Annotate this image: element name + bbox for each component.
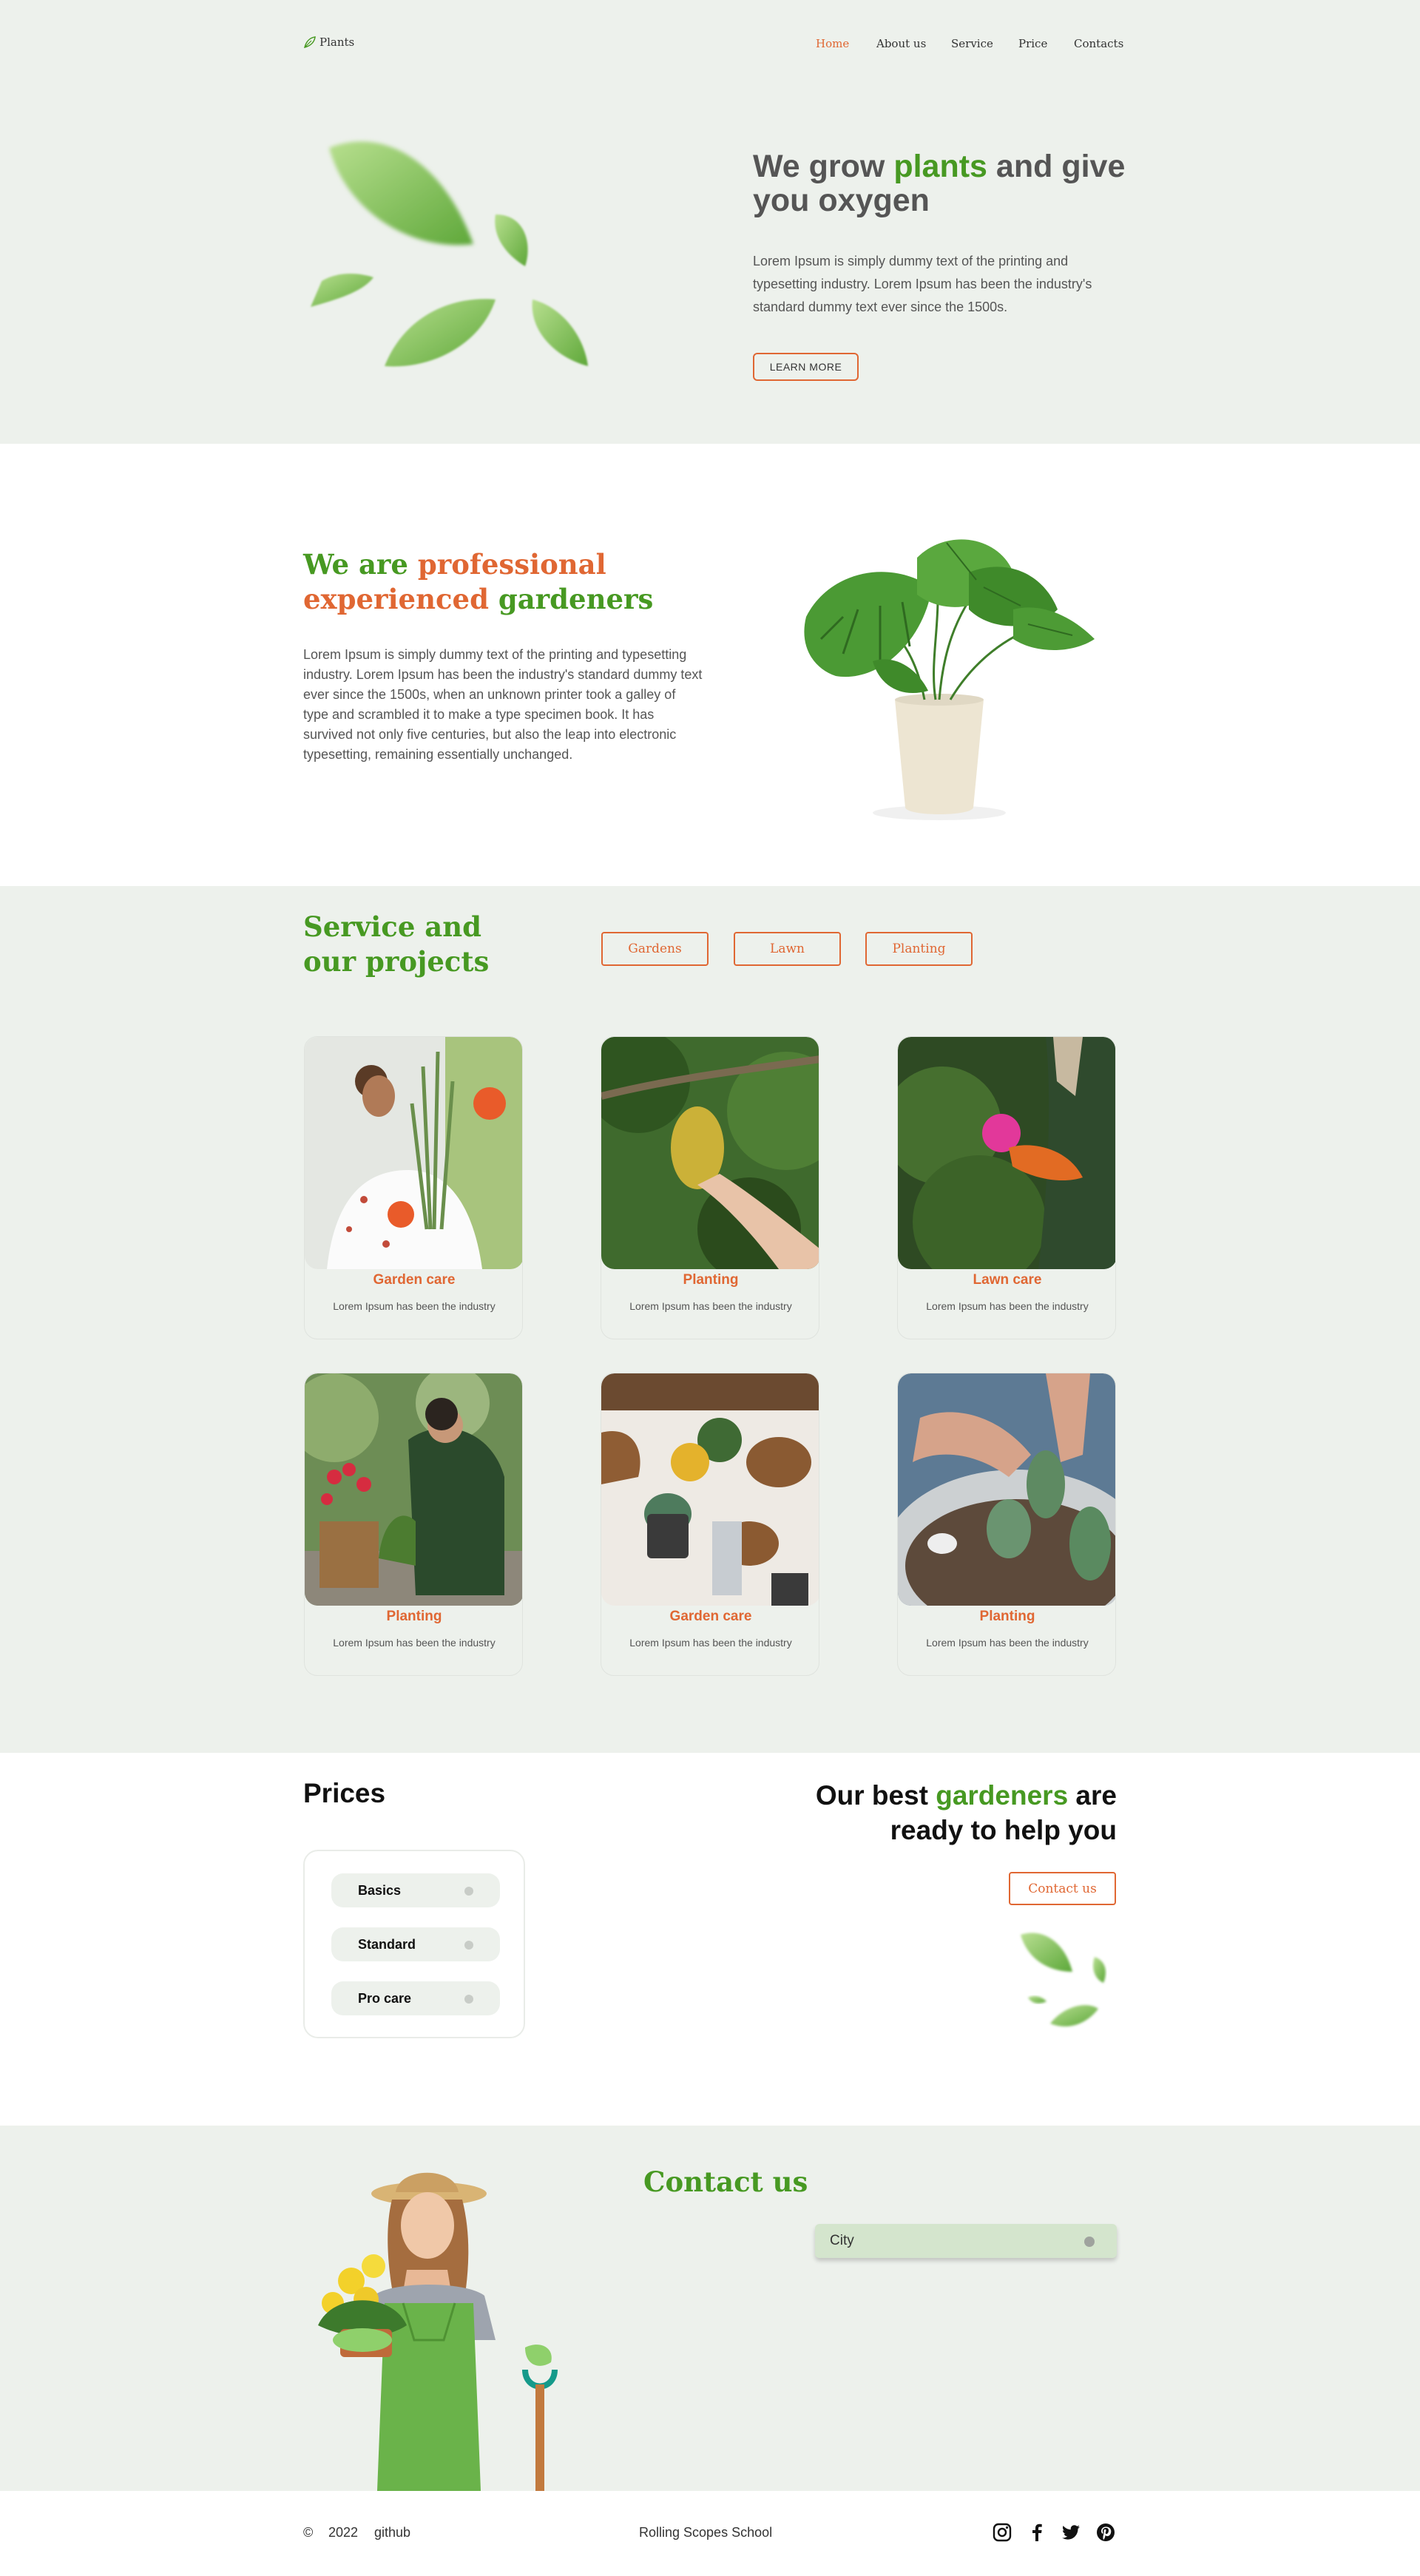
gardeners-title: Our best gardeners are ready to help you (815, 1780, 1117, 1845)
contact-title: Contact us (643, 2166, 808, 2198)
service-card[interactable]: Garden care Lorem Ipsum has been the ind… (304, 1036, 523, 1339)
contact-section: Contact us City (0, 2126, 1420, 2491)
card-title: Garden care (373, 1272, 456, 1288)
pinterest-icon[interactable] (1095, 2522, 1116, 2543)
card-title: Planting (683, 1272, 739, 1288)
hero-text: Lorem Ipsum is simply dummy text of the … (753, 254, 1092, 314)
copyright-year: 2022 (328, 2525, 359, 2540)
service-card[interactable]: Lawn care Lorem Ipsum has been the indus… (897, 1036, 1116, 1339)
card-image (601, 1373, 819, 1606)
prices-title: Prices (303, 1778, 386, 1808)
filter-planting-button[interactable]: Planting (865, 932, 973, 966)
expand-dot-icon (464, 1995, 473, 2004)
card-text: Lorem Ipsum has been the industry (926, 1300, 1089, 1312)
card-image (898, 1037, 1115, 1269)
floating-leaves-image (311, 141, 588, 367)
service-card[interactable]: Garden care Lorem Ipsum has been the ind… (601, 1373, 819, 1676)
prices-section: Prices Basics Standard Pro care Our best… (0, 1753, 1420, 2126)
prices-accordion: Basics Standard Pro care (303, 1850, 525, 2038)
learn-more-button[interactable]: LEARN MORE (753, 353, 859, 381)
copyright-symbol: © (303, 2525, 314, 2540)
card-text: Lorem Ipsum has been the industry (333, 1300, 496, 1312)
card-title: Planting (979, 1609, 1035, 1624)
card-image (601, 1037, 819, 1269)
nav-about[interactable]: About us (876, 37, 926, 50)
contact-us-button[interactable]: Contact us (1009, 1872, 1116, 1905)
city-select-label: City (830, 2233, 854, 2248)
footer: © 2022 github Rolling Scopes School (0, 2491, 1420, 2576)
hero-section: Plants Home About us Service Price Conta… (0, 0, 1420, 444)
facebook-icon[interactable] (1027, 2522, 1047, 2543)
card-title: Lawn care (973, 1272, 1042, 1288)
gardener-woman-image (318, 2172, 558, 2491)
about-section: We are professional experienced gardeners… (0, 444, 1420, 886)
card-title: Planting (386, 1609, 442, 1624)
price-item-label: Basics (358, 1883, 402, 1898)
logo-text: Plants (320, 36, 355, 49)
expand-dot-icon (464, 1887, 473, 1896)
expand-dot-icon (464, 1941, 473, 1950)
card-text: Lorem Ipsum has been the industry (629, 1300, 792, 1312)
github-link[interactable]: github (374, 2525, 410, 2540)
price-item-basics[interactable]: Basics (331, 1873, 500, 1907)
card-image (305, 1373, 522, 1606)
monstera-plant-image (804, 539, 1095, 820)
nav-contacts[interactable]: Contacts (1074, 37, 1123, 50)
card-image (898, 1373, 1115, 1606)
price-item-label: Standard (358, 1937, 416, 1952)
card-text: Lorem Ipsum has been the industry (333, 1637, 496, 1649)
nav-home[interactable]: Home (816, 37, 849, 50)
nav-price[interactable]: Price (1018, 37, 1047, 50)
city-select[interactable]: City (815, 2224, 1117, 2258)
card-text: Lorem Ipsum has been the industry (926, 1637, 1089, 1649)
small-leaves-image (1021, 1933, 1106, 2026)
twitter-icon[interactable] (1061, 2522, 1081, 2543)
service-card[interactable]: Planting Lorem Ipsum has been the indust… (304, 1373, 523, 1676)
service-card[interactable]: Planting Lorem Ipsum has been the indust… (601, 1036, 819, 1339)
filter-gardens-button[interactable]: Gardens (601, 932, 709, 966)
service-section: Service and our projects Gardens Lawn Pl… (0, 886, 1420, 1753)
rs-school-link[interactable]: Rolling Scopes School (639, 2525, 772, 2540)
card-title: Garden care (669, 1609, 752, 1624)
card-image (305, 1037, 522, 1269)
nav-service[interactable]: Service (951, 37, 993, 50)
instagram-icon[interactable] (992, 2522, 1012, 2543)
about-text: Lorem Ipsum is simply dummy text of the … (303, 647, 703, 762)
filter-lawn-button[interactable]: Lawn (734, 932, 841, 966)
card-text: Lorem Ipsum has been the industry (629, 1637, 792, 1649)
service-title: Service and our projects (303, 910, 490, 978)
hero-title: We grow plants and give you oxygen (753, 149, 1126, 218)
service-card[interactable]: Planting Lorem Ipsum has been the indust… (897, 1373, 1116, 1676)
logo[interactable]: Plants (303, 36, 354, 49)
dropdown-dot-icon (1084, 2237, 1095, 2247)
leaf-logo-icon (303, 36, 316, 49)
price-item-label: Pro care (358, 1991, 412, 2006)
price-item-standard[interactable]: Standard (331, 1927, 500, 1961)
about-title: We are professional experienced gardeners (303, 548, 654, 615)
price-item-pro-care[interactable]: Pro care (331, 1981, 500, 2015)
